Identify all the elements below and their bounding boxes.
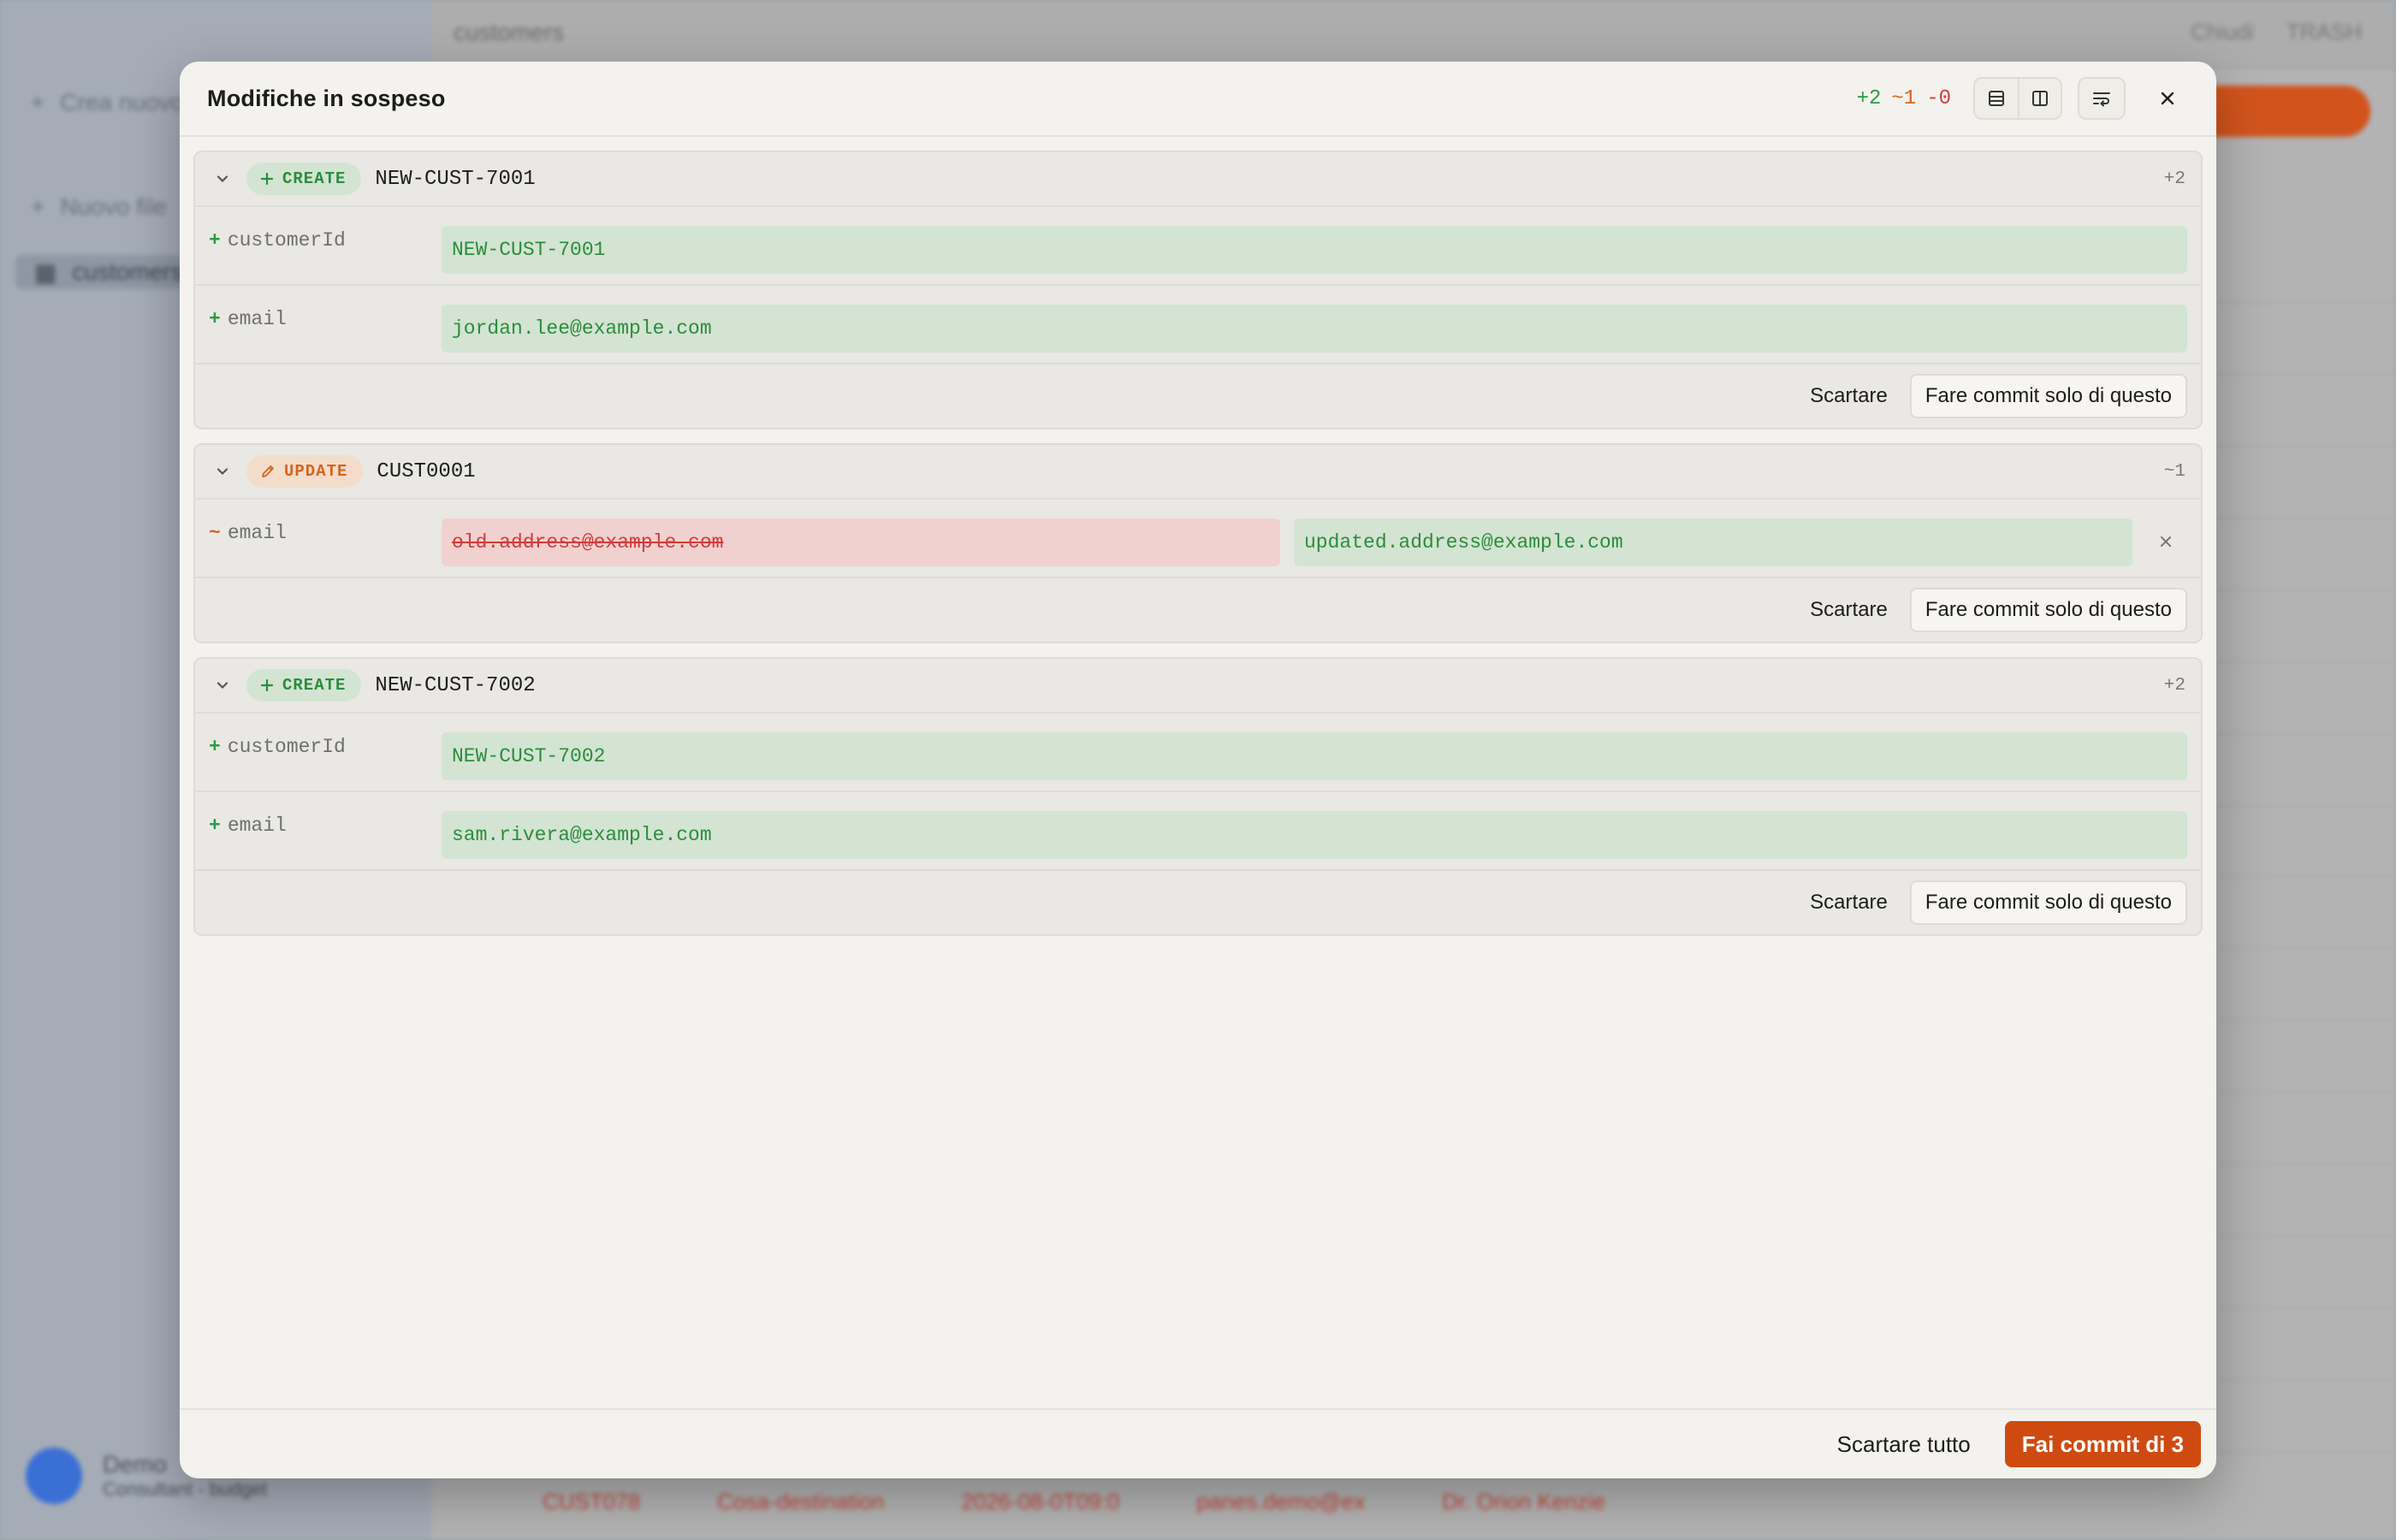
plus-icon [260, 678, 274, 692]
modified-count: ~1 [1891, 86, 1917, 110]
collapse-toggle[interactable] [207, 456, 238, 487]
bg-user-sub: Consultant - budget [103, 1478, 268, 1500]
record-id: NEW-CUST-7002 [375, 673, 536, 697]
create-badge: CREATE [246, 669, 362, 702]
bg-bottom-row: CUST078 Cosa-destination 2026-08-0T09:0 … [543, 1489, 1606, 1514]
card-actions: Scartare Fare commit solo di questo [195, 364, 2201, 428]
change-card: CREATE NEW-CUST-7002 +2 + customerId NEW-… [193, 657, 2203, 936]
diff-mark: + [209, 308, 221, 330]
change-card-header: CREATE NEW-CUST-7001 +2 [195, 152, 2201, 207]
bg-sidebar-item: + Crea nuovo [31, 89, 185, 116]
view-mode-toggle [1973, 77, 2062, 120]
commit-this-button[interactable]: Fare commit solo di questo [1909, 374, 2187, 418]
close-icon [2161, 536, 2171, 547]
field-row: ~ email old.address@example.com updated.a… [195, 500, 2201, 578]
badge-label: UPDATE [284, 462, 348, 481]
new-value: NEW-CUST-7001 [442, 226, 2187, 274]
plus-icon [260, 172, 274, 186]
modal-footer: Scartare tutto Fai commit di 3 [180, 1408, 2216, 1478]
commit-all-button[interactable]: Fai commit di 3 [2004, 1421, 2201, 1467]
discard-button[interactable]: Scartare [1800, 598, 1898, 622]
unified-view-button[interactable] [1975, 79, 2018, 118]
collapse-toggle[interactable] [207, 670, 238, 701]
chevron-down-icon [216, 175, 228, 183]
discard-button[interactable]: Scartare [1800, 891, 1898, 915]
modal-title: Modifiche in sospeso [207, 85, 446, 111]
card-actions: Scartare Fare commit solo di questo [195, 578, 2201, 642]
change-list: CREATE NEW-CUST-7001 +2 + customerId NEW-… [180, 137, 2216, 936]
chevron-down-icon [216, 468, 228, 476]
badge-label: CREATE [282, 169, 347, 188]
change-card-header: UPDATE CUST0001 ~1 [195, 445, 2201, 500]
chevron-down-icon [216, 682, 228, 690]
diff-mark: ~ [209, 522, 221, 544]
close-icon [2161, 92, 2174, 105]
field-name: email [227, 308, 287, 330]
diff-mark: + [209, 814, 221, 837]
discard-all-button[interactable]: Scartare tutto [1822, 1431, 1986, 1458]
discard-button[interactable]: Scartare [1800, 384, 1898, 408]
update-badge: UPDATE [246, 455, 364, 488]
field-count: ~1 [2163, 461, 2185, 482]
diff-mark: + [209, 229, 221, 252]
bg-topbar-item: TRASH [2286, 19, 2362, 44]
wrap-text-icon [2093, 92, 2110, 107]
change-card: UPDATE CUST0001 ~1 ~ email old.address@ex… [193, 443, 2203, 643]
field-count: +2 [2163, 169, 2185, 189]
bg-topbar-title: customers [454, 19, 565, 45]
record-id: NEW-CUST-7001 [375, 167, 536, 191]
new-value: sam.rivera@example.com [442, 811, 2187, 859]
field-name: email [227, 814, 287, 837]
wrap-text-button[interactable] [2078, 77, 2126, 120]
deleted-count: -0 [1926, 86, 1951, 110]
new-value: NEW-CUST-7002 [442, 732, 2187, 780]
create-badge: CREATE [246, 163, 362, 195]
new-value: jordan.lee@example.com [442, 305, 2187, 352]
avatar [26, 1448, 82, 1504]
bg-topbar-item: Chiudi [2191, 19, 2254, 44]
bg-topbar: customers Chiudi TRASH [431, 0, 2396, 68]
field-name: email [227, 522, 287, 544]
commit-this-button[interactable]: Fare commit solo di questo [1909, 588, 2187, 632]
new-value: updated.address@example.com [1294, 518, 2132, 566]
field-row: + customerId NEW-CUST-7001 [195, 207, 2201, 286]
bg-sidebar-item: + Nuovo file [31, 193, 167, 220]
modal-header: Modifiche in sospeso +2 ~1 -0 [180, 62, 2216, 137]
header-controls: +2 ~1 -0 [1857, 77, 2189, 120]
field-row: + customerId NEW-CUST-7002 [195, 714, 2201, 792]
commit-this-button[interactable]: Fare commit solo di questo [1909, 880, 2187, 925]
field-row: + email jordan.lee@example.com [195, 286, 2201, 364]
change-card-header: CREATE NEW-CUST-7002 +2 [195, 659, 2201, 714]
split-view-button[interactable] [2018, 79, 2061, 118]
pending-changes-modal: Modifiche in sospeso +2 ~1 -0 CREATE NEW… [180, 62, 2216, 1478]
field-row: + email sam.rivera@example.com [195, 792, 2201, 871]
badge-label: CREATE [282, 676, 347, 695]
change-stats: +2 ~1 -0 [1857, 87, 1951, 110]
old-value: old.address@example.com [442, 518, 1280, 566]
rows-layout-icon [1989, 91, 2004, 106]
collapse-toggle[interactable] [207, 163, 238, 194]
close-modal-button[interactable] [2146, 77, 2189, 120]
diff-mark: + [209, 736, 221, 758]
field-name: customerId [227, 736, 346, 758]
card-actions: Scartare Fare commit solo di questo [195, 871, 2201, 934]
pencil-icon [262, 465, 274, 477]
split-columns-icon [2032, 91, 2048, 106]
record-id: CUST0001 [377, 459, 476, 483]
field-name: customerId [227, 229, 346, 252]
field-count: +2 [2163, 675, 2185, 696]
added-count: +2 [1856, 86, 1882, 110]
change-card: CREATE NEW-CUST-7001 +2 + customerId NEW-… [193, 151, 2203, 429]
revert-field-button[interactable] [2144, 520, 2187, 563]
